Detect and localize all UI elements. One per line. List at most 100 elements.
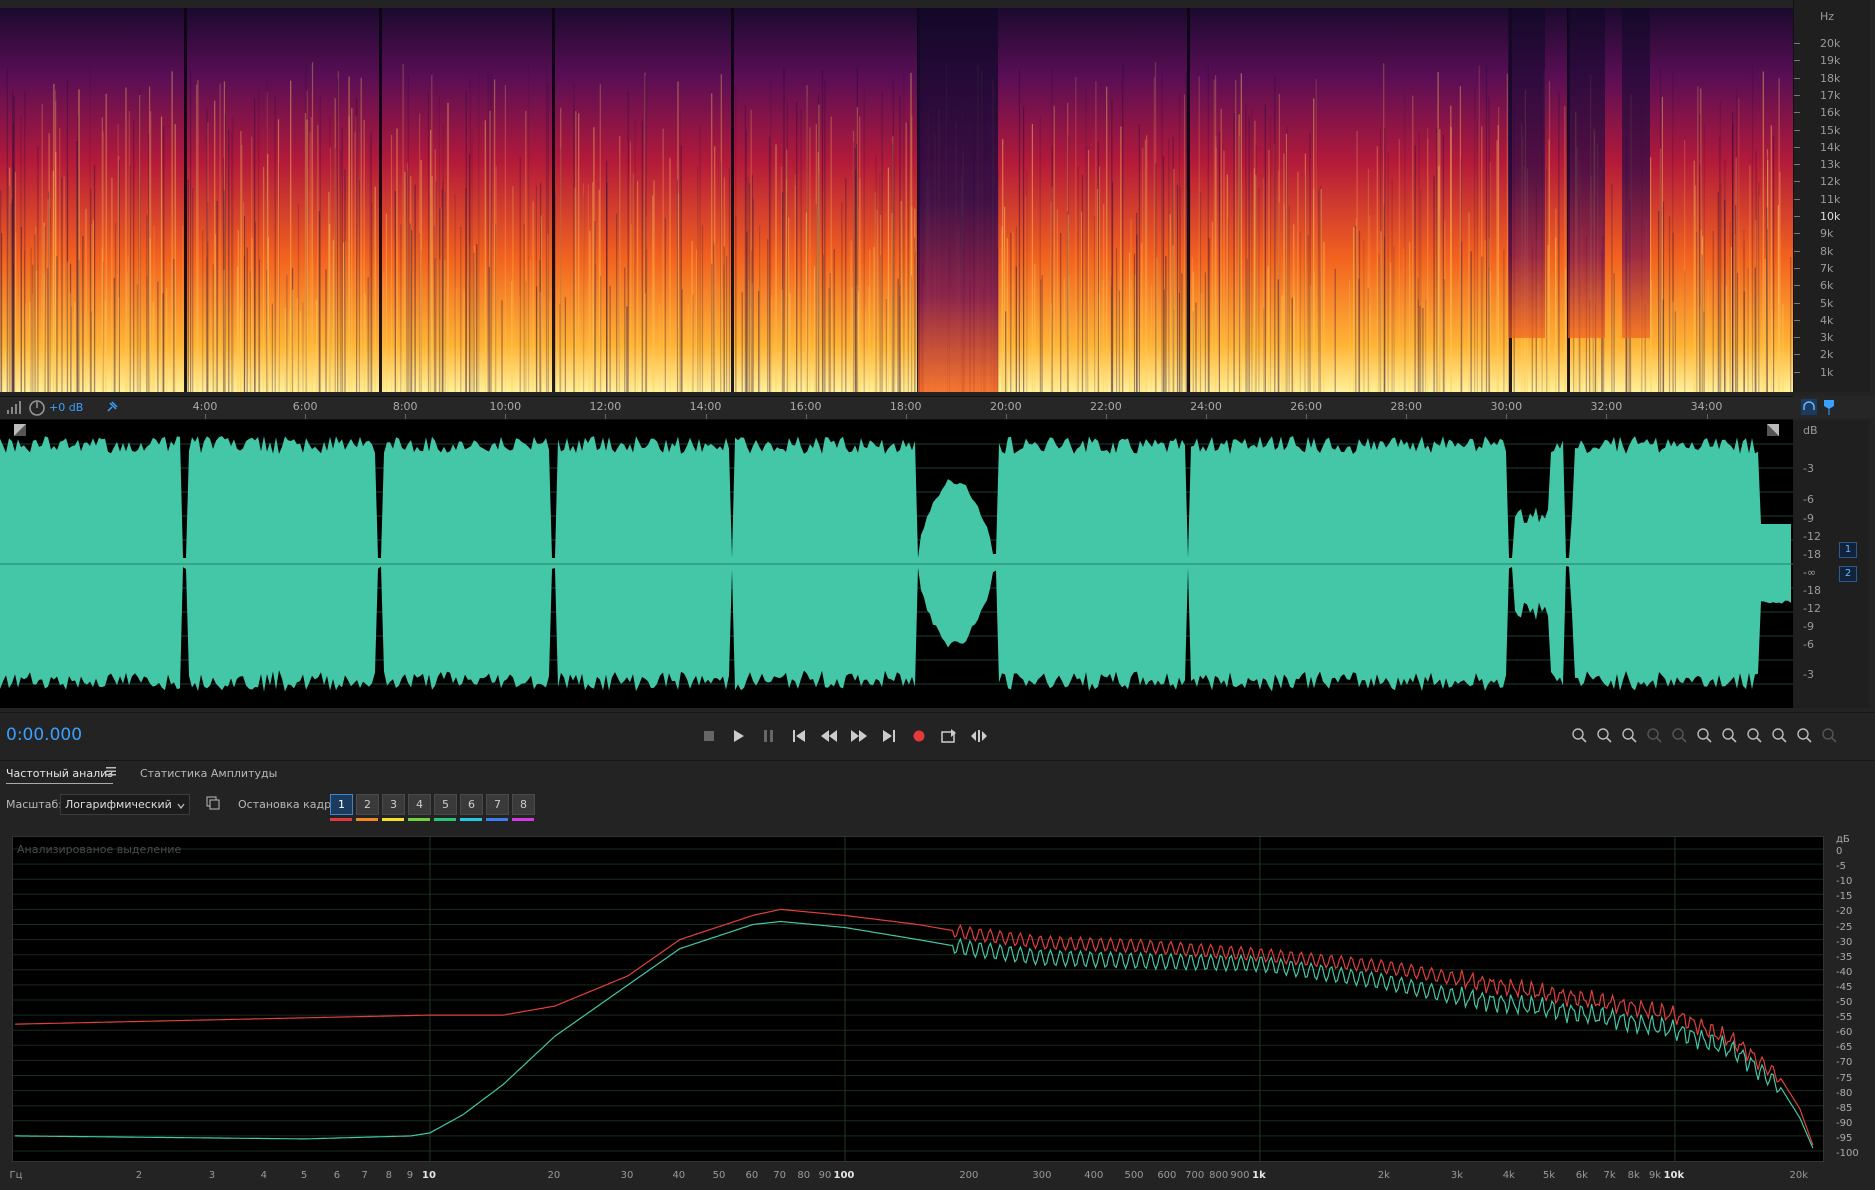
zoom-disabled-icon[interactable] [1818, 727, 1840, 745]
frequency-analysis-graph[interactable]: Анализированое выделение [12, 836, 1824, 1162]
frequency-analysis-hz-axis[interactable]: Гц 2 3 4 5 6 7 8 9 10 20 30 40 50 60 70 80 90 100 200 300 40… [0, 1162, 1875, 1190]
hz-tick-label: 500 [1124, 1170, 1144, 1181]
hz-label: 3k [1820, 331, 1834, 345]
zoom-reset-icon[interactable] [1618, 727, 1640, 745]
time-label: 34:00 [1690, 400, 1723, 413]
hz-tick-label: 200 [959, 1170, 979, 1181]
db-tick-label: -60 [1836, 1027, 1853, 1039]
zoom-out-time-icon[interactable] [1668, 727, 1690, 745]
frequency-ruler[interactable]: Hz 20k 19k 18k 17k 16k 15k 14k 13k 12k 11k 10k 9k 8k… [1793, 0, 1870, 392]
time-tick [205, 414, 206, 419]
scale-dropdown[interactable]: Логарифмический [60, 794, 190, 815]
rewind-icon[interactable] [818, 727, 840, 745]
zoom-in-left-icon[interactable] [1718, 727, 1740, 745]
loop-icon[interactable] [938, 727, 960, 745]
db-tick-label: -80 [1836, 1087, 1853, 1099]
series-line-2 [15, 920, 1814, 1149]
freeze-frame-button-3[interactable]: 3 [382, 794, 405, 815]
hz-tick-label: 70 [773, 1170, 787, 1181]
hz-tick-label: 2k [1377, 1170, 1390, 1181]
hz-label: 15k [1820, 123, 1841, 137]
freeze-frame-button-4[interactable]: 4 [408, 794, 431, 815]
time-tick [1105, 414, 1107, 419]
hz-tick-label: 60 [745, 1170, 759, 1181]
frequency-analysis-db-axis[interactable]: дБ 0 -5 -10 -15 -20 -25 -30 -35 -40 -45 -50 -55 -60 -… [1822, 834, 1875, 1164]
hz-tick-label: 10 [422, 1170, 436, 1181]
hz-tick-label: 3 [208, 1170, 216, 1181]
freeze-frame-button-5[interactable]: 5 [434, 794, 457, 815]
time-label: 18:00 [889, 400, 922, 413]
current-time-display[interactable]: 0:00.000 [6, 725, 82, 745]
zoom-full-icon[interactable] [1768, 727, 1790, 745]
db-axis-unit: дБ [1836, 834, 1850, 845]
time-label: 30:00 [1490, 400, 1523, 413]
skip-icon[interactable] [968, 727, 990, 745]
zoom-selection-icon[interactable] [1693, 727, 1715, 745]
hz-tick [1794, 94, 1800, 96]
db-unit-label: dB [1803, 424, 1818, 437]
db-tick-label: -25 [1836, 921, 1853, 933]
time-tick [305, 414, 307, 419]
hz-tick-label: 800 [1209, 1170, 1229, 1181]
time-label: 10:00 [489, 400, 522, 413]
zoom-in-right-icon[interactable] [1743, 727, 1765, 745]
time-label: 32:00 [1590, 400, 1623, 413]
graph-title: Анализированое выделение [17, 843, 182, 856]
time-label: 28:00 [1390, 400, 1423, 413]
time-tick [805, 414, 807, 419]
stop-icon[interactable] [698, 727, 720, 745]
headphones-icon[interactable] [1801, 399, 1817, 418]
channel-1-toggle[interactable]: 1 [1839, 542, 1857, 558]
fade-in-handle-icon[interactable] [14, 424, 26, 436]
hz-tick [1794, 371, 1800, 373]
panel-menu-icon[interactable] [106, 766, 116, 779]
time-label: 6:00 [292, 400, 318, 413]
freeze-frame-button-2[interactable]: 2 [356, 794, 379, 815]
signal-bars-icon [6, 401, 22, 418]
hz-tick-label: 900 [1230, 1170, 1250, 1181]
hz-label: 14k [1820, 140, 1841, 154]
copy-icon[interactable] [206, 796, 220, 813]
hz-tick [1794, 319, 1800, 321]
hz-axis-unit: Гц [9, 1170, 23, 1181]
pause-icon[interactable] [758, 727, 780, 745]
gain-knob-icon[interactable] [28, 399, 46, 420]
record-icon[interactable] [908, 727, 930, 745]
go-to-end-icon[interactable] [878, 727, 900, 745]
amplitude-ruler[interactable]: dB -3 -6 -9 -12 -18 -∞ -18 -12 -9 -6 -3 1 2 [1793, 420, 1869, 708]
hz-tick [1794, 77, 1800, 79]
db-tick-label: -70 [1836, 1057, 1853, 1069]
time-tick [505, 414, 507, 419]
zoom-out-full-icon[interactable] [1793, 727, 1815, 745]
tab-amplitude-statistics[interactable]: Статистика Амплитуды [140, 767, 277, 780]
hz-tick [1794, 164, 1800, 166]
fade-out-handle-icon[interactable] [1767, 424, 1779, 436]
marker-icon[interactable] [1823, 399, 1835, 418]
freeze-frame-button-8[interactable]: 8 [512, 794, 535, 815]
play-icon[interactable] [728, 727, 750, 745]
fast-forward-icon[interactable] [848, 727, 870, 745]
db-tick-label: -95 [1836, 1132, 1853, 1144]
frequency-analysis-options: Масштаб: Логарифмический Остановка кадра… [0, 790, 1875, 828]
time-ruler[interactable]: +0 dB 4:00 6:00 8:00 10:00 12:00 14:00 16:00 18… [0, 396, 1793, 420]
channel-2-toggle[interactable]: 2 [1839, 566, 1857, 582]
spectral-frequency-display[interactable] [0, 8, 1793, 392]
freeze-frame-color-7 [486, 818, 508, 821]
freeze-frame-button-7[interactable]: 7 [486, 794, 509, 815]
hz-label: 20k [1820, 37, 1841, 50]
waveform-display[interactable] [0, 420, 1793, 708]
go-to-start-icon[interactable] [788, 727, 810, 745]
panel-tab-bar: Частотный анализ Статистика Амплитуды [0, 760, 1875, 789]
tab-frequency-analysis[interactable]: Частотный анализ [6, 767, 114, 784]
zoom-out-amplitude-icon[interactable] [1593, 727, 1615, 745]
db-tick-label: -55 [1836, 1012, 1853, 1024]
freeze-frame-button-1[interactable]: 1 [330, 794, 353, 815]
zoom-in-time-icon[interactable] [1643, 727, 1665, 745]
pin-icon[interactable] [106, 401, 118, 416]
freeze-frame-color-1 [330, 818, 352, 821]
freeze-frame-button-6[interactable]: 6 [460, 794, 483, 815]
db-tick-label: 0 [1836, 846, 1843, 857]
db-label: -12 [1803, 602, 1821, 615]
gain-value[interactable]: +0 dB [49, 401, 83, 414]
zoom-in-amplitude-icon[interactable] [1568, 727, 1590, 745]
